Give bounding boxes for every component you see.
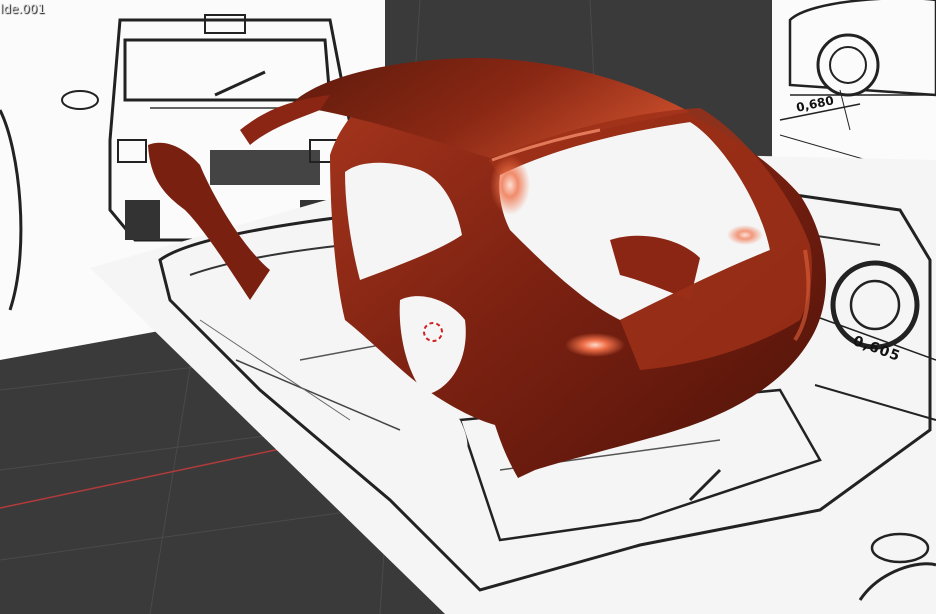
active-object-label: lde.001 (0, 2, 46, 16)
viewport-scene (0, 0, 936, 614)
3d-viewport[interactable]: lde.001 0,680 0,605 (0, 0, 936, 614)
